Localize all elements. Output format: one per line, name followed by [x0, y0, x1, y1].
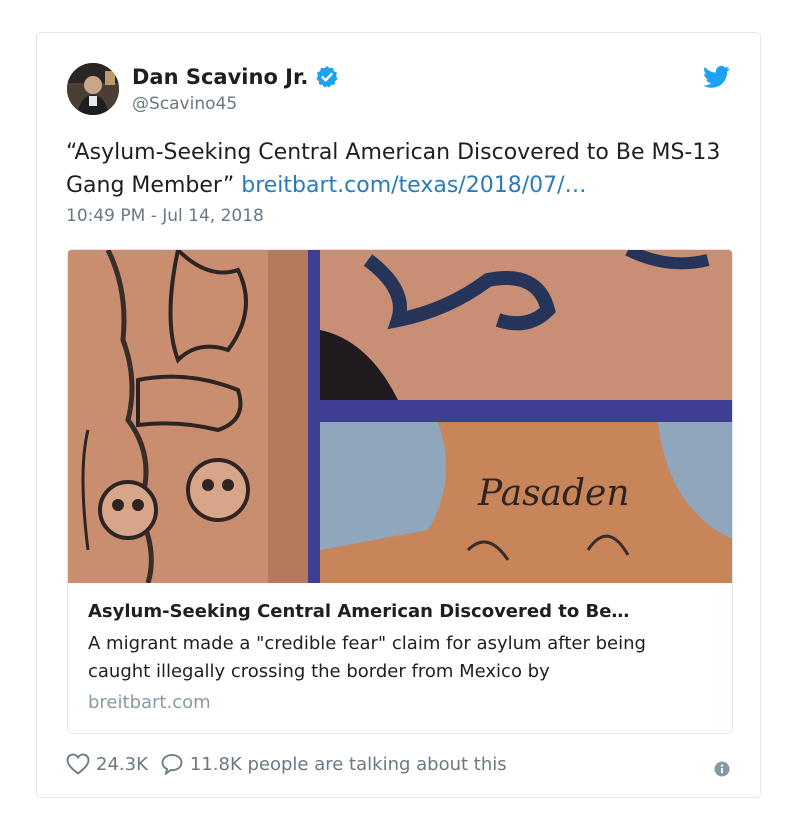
like-count: 24.3K: [96, 753, 148, 775]
like-action[interactable]: 24.3K: [66, 753, 148, 775]
info-icon[interactable]: [714, 761, 730, 777]
tweet-text: “Asylum-Seeking Central American Discove…: [66, 136, 736, 202]
heart-icon: [66, 753, 90, 775]
tweet-link[interactable]: breitbart.com/texas/2018/07/…: [241, 173, 586, 198]
link-preview-card[interactable]: Pasaden Asylum-Seeking Central American …: [67, 249, 733, 734]
author-handle[interactable]: @Scavino45: [132, 94, 237, 114]
card-title[interactable]: Asylum-Seeking Central American Discover…: [88, 601, 718, 622]
author-avatar[interactable]: [67, 63, 119, 115]
tweet-card[interactable]: Dan Scavino Jr. @Scavino45 “Asylum-Seeki…: [36, 32, 761, 798]
speech-bubble-icon: [161, 754, 183, 775]
reply-label: 11.8K people are talking about this: [189, 753, 507, 775]
neck-tattoo-text: Pasaden: [477, 473, 630, 514]
card-domain[interactable]: breitbart.com: [88, 692, 211, 713]
twitter-bird-icon[interactable]: [703, 65, 730, 89]
author-name[interactable]: Dan Scavino Jr.: [132, 65, 308, 89]
reply-action[interactable]: 11.8K people are talking about this: [160, 753, 507, 775]
tweet-actions: 24.3K 11.8K people are talking about thi…: [66, 753, 519, 775]
tweet-timestamp[interactable]: 10:49 PM - Jul 14, 2018: [66, 206, 264, 226]
card-description: A migrant made a "credible fear" claim f…: [88, 633, 646, 682]
verified-badge-icon: [315, 65, 339, 89]
card-image[interactable]: Pasaden: [68, 250, 732, 584]
